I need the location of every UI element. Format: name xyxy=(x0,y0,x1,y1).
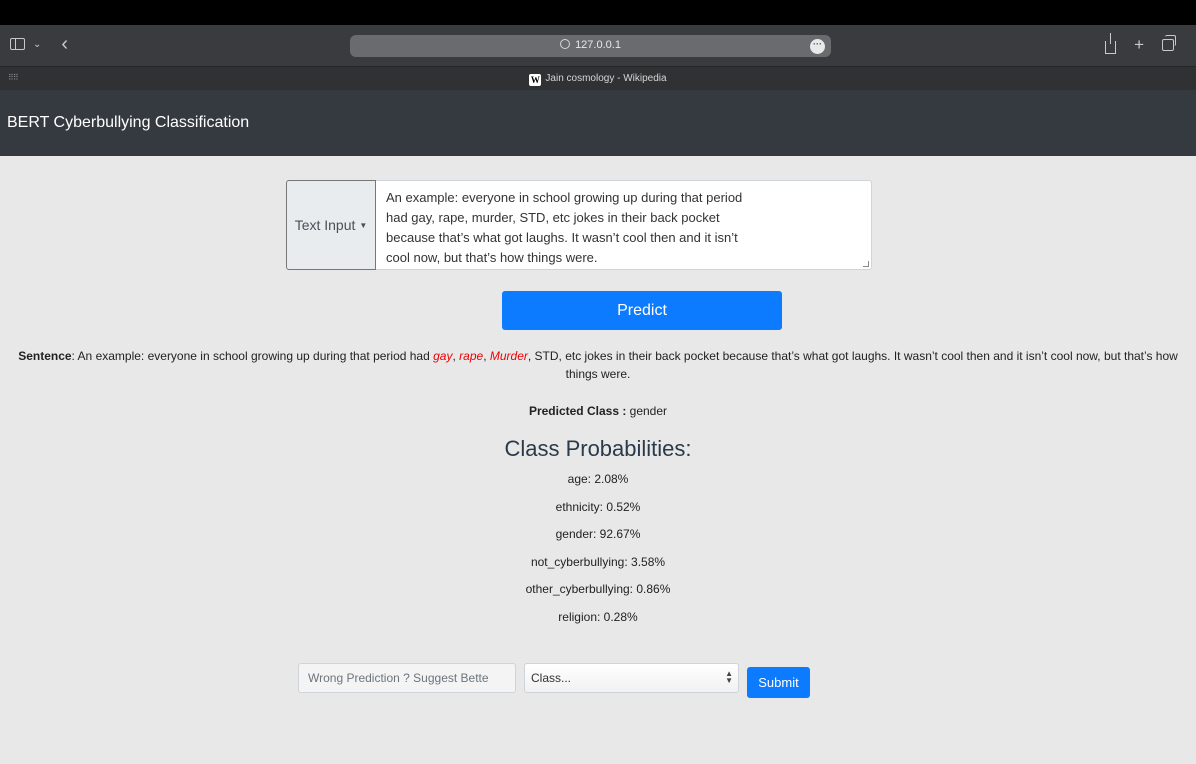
text-input-group: Text Input ▼ An example: everyone in scho… xyxy=(286,180,872,270)
probability-item: ethnicity: 0.52% xyxy=(555,499,641,514)
address-url: 127.0.0.1 xyxy=(575,39,621,51)
share-icon[interactable] xyxy=(1105,32,1117,54)
new-tab-icon[interactable]: + xyxy=(1134,35,1144,55)
sentence-label: Sentence xyxy=(18,349,72,363)
app-brand[interactable]: BERT Cyberbullying Classification xyxy=(7,114,249,132)
sentence-output: Sentence: An example: everyone in school… xyxy=(6,347,1190,383)
highlight-word: Murder xyxy=(489,349,528,363)
tab-wikipedia[interactable]: W Jain cosmology - Wikipedia xyxy=(0,73,1196,86)
highlight-word: gay xyxy=(433,349,453,363)
back-arrow-icon[interactable]: ‹ xyxy=(61,34,68,54)
probability-item: gender: 92.67% xyxy=(555,527,641,541)
main-content: Text Input ▼ An example: everyone in scho… xyxy=(0,156,1196,764)
predicted-class: Predicted Class : gender xyxy=(0,404,1196,418)
probability-item: not_cyberbullying: 3.58% xyxy=(530,554,666,569)
more-options-icon[interactable]: ··· xyxy=(810,39,825,54)
sentence-text-1: : An example: everyone in school growing… xyxy=(71,349,434,363)
tab-overview-icon[interactable] xyxy=(1162,35,1176,51)
wikipedia-logo-icon: W xyxy=(529,74,542,86)
probability-item: age: 2.08% xyxy=(567,472,629,486)
separator: , xyxy=(483,349,490,363)
caret-down-icon: ▼ xyxy=(359,220,368,230)
probability-item: other_cyberbullying: 0.86% xyxy=(525,582,671,596)
resize-handle-icon[interactable] xyxy=(863,261,869,267)
sentence-text-2: , STD, etc jokes in their back pocket be… xyxy=(527,349,1178,381)
sidebar-toggle-icon[interactable] xyxy=(10,38,25,50)
tab-title: Jain cosmology - Wikipedia xyxy=(545,73,667,84)
tab-strip: ⠿⠿ W Jain cosmology - Wikipedia xyxy=(0,66,1196,90)
chevron-down-icon[interactable]: ⌄ xyxy=(33,39,41,50)
text-input-value: An example: everyone in school growing u… xyxy=(386,190,743,265)
predict-button[interactable]: Predict xyxy=(502,291,782,330)
class-select[interactable]: Class... ▲ ▼ xyxy=(524,663,739,693)
probability-item: religion: 0.28% xyxy=(558,609,638,624)
input-type-dropdown[interactable]: Text Input ▼ xyxy=(286,180,376,270)
app-navbar: BERT Cyberbullying Classification xyxy=(0,90,1196,156)
text-input-area[interactable]: An example: everyone in school growing u… xyxy=(376,180,872,270)
submit-button[interactable]: Submit xyxy=(747,667,810,698)
class-select-value: Class... xyxy=(531,671,572,685)
probabilities-heading: Class Probabilities: xyxy=(504,436,692,461)
input-type-label: Text Input xyxy=(294,217,356,233)
highlight-word: rape xyxy=(459,349,484,363)
address-bar[interactable]: 127.0.0.1 ··· xyxy=(350,35,831,57)
browser-right-controls: + xyxy=(1105,32,1176,55)
browser-left-controls: ⌄ ‹ xyxy=(10,34,68,54)
probabilities-list: age: 2.08% ethnicity: 0.52% gender: 92.6… xyxy=(0,472,1196,637)
browser-toolbar: ⌄ ‹ 127.0.0.1 ··· + xyxy=(0,25,1196,66)
globe-icon xyxy=(560,39,571,49)
select-arrows-icon: ▲ ▼ xyxy=(725,669,733,685)
suggest-class-input[interactable]: Wrong Prediction ? Suggest Bette xyxy=(298,663,516,693)
predicted-class-label: Predicted Class : xyxy=(528,404,627,418)
predicted-class-value: gender xyxy=(626,404,668,418)
